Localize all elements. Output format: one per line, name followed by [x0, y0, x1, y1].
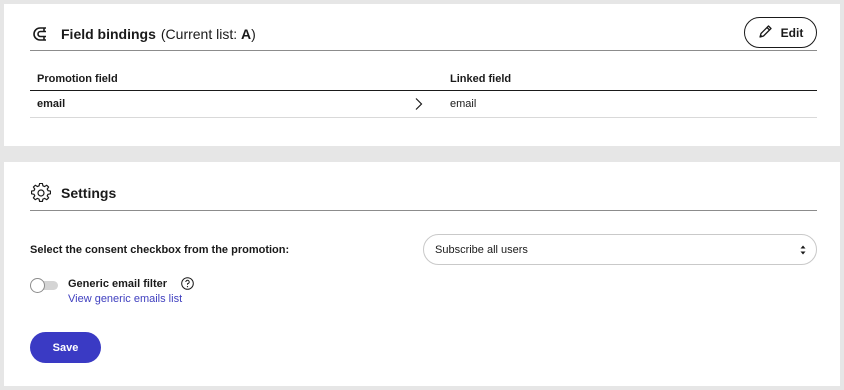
consent-select-value: Subscribe all users: [435, 243, 528, 256]
column-header-promotion-field: Promotion field: [37, 73, 118, 85]
field-bindings-title: Field bindings: [61, 25, 156, 42]
settings-header: Settings: [30, 176, 817, 211]
chevron-right-icon: [414, 97, 424, 111]
view-generic-emails-link[interactable]: View generic emails list: [68, 293, 182, 305]
promotion-field-cell: email: [37, 98, 66, 110]
help-icon[interactable]: [181, 277, 194, 290]
edit-button[interactable]: Edit: [744, 17, 817, 48]
generic-email-filter-label: Generic email filter: [68, 278, 168, 290]
field-bindings-card: Field bindings (Current list: A) Edit Pr…: [4, 4, 840, 146]
select-arrows-icon: [800, 244, 806, 256]
magnet-icon: [31, 24, 51, 44]
table-row: email email: [30, 91, 817, 118]
current-list-value: A: [241, 25, 252, 42]
current-list-prefix: (Current list:: [160, 25, 242, 42]
save-button[interactable]: Save: [30, 332, 101, 363]
settings-title: Settings: [61, 185, 117, 201]
table-header: Promotion field Linked field: [30, 68, 817, 91]
pencil-icon: [758, 24, 773, 42]
current-list-label: (Current list: A): [161, 26, 256, 42]
consent-label: Select the consent checkbox from the pro…: [30, 244, 290, 256]
linked-field-cell: email: [450, 98, 477, 110]
gear-icon: [31, 183, 51, 203]
generic-email-filter-toggle[interactable]: [30, 278, 60, 293]
bindings-table: Promotion field Linked field email email: [30, 68, 817, 118]
field-bindings-header: Field bindings (Current list: A) Edit: [30, 17, 817, 51]
column-header-linked-field: Linked field: [450, 73, 512, 85]
current-list-suffix: ): [251, 25, 256, 42]
toggle-knob: [30, 278, 45, 293]
consent-select[interactable]: Subscribe all users: [423, 234, 817, 265]
settings-card: Settings Select the consent checkbox fro…: [4, 162, 840, 386]
edit-button-label: Edit: [780, 25, 804, 40]
